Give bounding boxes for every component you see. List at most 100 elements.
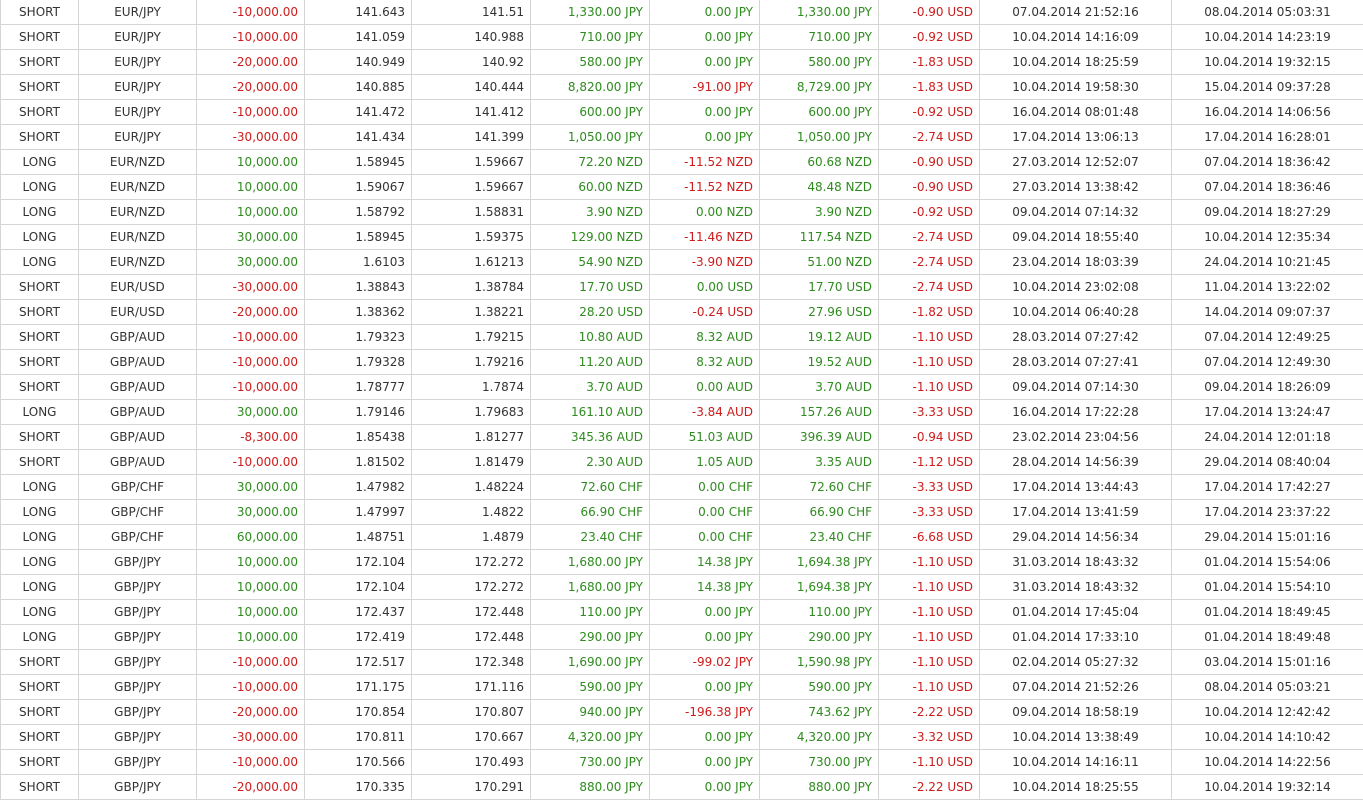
net-pnl-cell: 17.70 USD [759,274,879,300]
net-pnl-cell: 1,694.38 JPY [759,549,879,575]
close-price-cell: 1.79683 [411,399,531,425]
open-time-cell: 10.04.2014 06:40:28 [979,299,1172,325]
gross-pnl-cell: 600.00 JPY [530,99,650,125]
net-pnl-cell: 590.00 JPY [759,674,879,700]
commission-cell: -2.74 USD [878,274,980,300]
open-price-cell: 170.854 [304,699,412,725]
close-price-cell: 171.116 [411,674,531,700]
table-row: LONG GBP/CHF 60,000.00 1.48751 1.4879 23.40 C… [0,524,1363,550]
close-time-cell: 09.04.2014 18:27:29 [1171,199,1363,225]
close-price-cell: 1.59667 [411,174,531,200]
instrument-cell: GBP/AUD [78,449,197,475]
amount-cell: 10,000.00 [196,199,305,225]
commission-cell: -2.22 USD [878,774,980,800]
close-time-cell: 10.04.2014 19:32:15 [1171,49,1363,75]
table-row: SHORT GBP/JPY -10,000.00 171.175 171.116 590.… [0,674,1363,700]
swap-cell: 0.00 JPY [649,749,760,775]
instrument-cell: GBP/AUD [78,324,197,350]
open-time-cell: 17.04.2014 13:44:43 [979,474,1172,500]
swap-cell: 0.00 JPY [649,0,760,25]
direction-cell: LONG [0,174,79,200]
table-row: LONG GBP/JPY 10,000.00 172.437 172.448 110.00… [0,599,1363,625]
open-time-cell: 16.04.2014 17:22:28 [979,399,1172,425]
open-price-cell: 1.79323 [304,324,412,350]
close-time-cell: 10.04.2014 12:35:34 [1171,224,1363,250]
open-time-cell: 10.04.2014 18:25:55 [979,774,1172,800]
gross-pnl-cell: 129.00 NZD [530,224,650,250]
open-time-cell: 07.04.2014 21:52:26 [979,674,1172,700]
table-row: SHORT GBP/JPY -30,000.00 170.811 170.667 4,32… [0,724,1363,750]
gross-pnl-cell: 28.20 USD [530,299,650,325]
close-price-cell: 172.272 [411,574,531,600]
gross-pnl-cell: 23.40 CHF [530,524,650,550]
table-row: SHORT EUR/JPY -20,000.00 140.885 140.444 8,82… [0,74,1363,100]
close-price-cell: 1.81479 [411,449,531,475]
gross-pnl-cell: 66.90 CHF [530,499,650,525]
instrument-cell: EUR/NZD [78,224,197,250]
close-time-cell: 01.04.2014 15:54:06 [1171,549,1363,575]
instrument-cell: EUR/JPY [78,99,197,125]
net-pnl-cell: 19.52 AUD [759,349,879,375]
open-price-cell: 170.335 [304,774,412,800]
open-time-cell: 09.04.2014 18:55:40 [979,224,1172,250]
net-pnl-cell: 1,330.00 JPY [759,0,879,25]
commission-cell: -1.10 USD [878,649,980,675]
close-price-cell: 140.92 [411,49,531,75]
instrument-cell: GBP/AUD [78,399,197,425]
commission-cell: -1.12 USD [878,449,980,475]
table-row: SHORT GBP/JPY -20,000.00 170.854 170.807 940.… [0,699,1363,725]
swap-cell: 8.32 AUD [649,349,760,375]
instrument-cell: GBP/JPY [78,649,197,675]
close-time-cell: 07.04.2014 18:36:46 [1171,174,1363,200]
open-price-cell: 141.472 [304,99,412,125]
gross-pnl-cell: 10.80 AUD [530,324,650,350]
trades-table-body: SHORT EUR/JPY -10,000.00 141.643 141.51 1,330… [0,0,1363,800]
commission-cell: -1.10 USD [878,374,980,400]
instrument-cell: GBP/JPY [78,549,197,575]
instrument-cell: GBP/JPY [78,574,197,600]
net-pnl-cell: 117.54 NZD [759,224,879,250]
net-pnl-cell: 3.90 NZD [759,199,879,225]
table-row: SHORT EUR/USD -30,000.00 1.38843 1.38784 17.7… [0,274,1363,300]
amount-cell: -20,000.00 [196,299,305,325]
open-time-cell: 17.04.2014 13:41:59 [979,499,1172,525]
open-time-cell: 10.04.2014 19:58:30 [979,74,1172,100]
commission-cell: -0.92 USD [878,24,980,50]
swap-cell: 0.00 JPY [649,724,760,750]
amount-cell: 60,000.00 [196,524,305,550]
direction-cell: SHORT [0,24,79,50]
table-row: SHORT EUR/JPY -10,000.00 141.059 140.988 710.… [0,24,1363,50]
table-row: LONG GBP/JPY 10,000.00 172.104 172.272 1,680.… [0,549,1363,575]
gross-pnl-cell: 4,320.00 JPY [530,724,650,750]
commission-cell: -1.10 USD [878,324,980,350]
close-time-cell: 16.04.2014 14:06:56 [1171,99,1363,125]
net-pnl-cell: 19.12 AUD [759,324,879,350]
amount-cell: -10,000.00 [196,374,305,400]
instrument-cell: EUR/JPY [78,124,197,150]
swap-cell: 0.00 JPY [649,674,760,700]
amount-cell: -10,000.00 [196,0,305,25]
gross-pnl-cell: 710.00 JPY [530,24,650,50]
swap-cell: 0.00 JPY [649,99,760,125]
open-time-cell: 23.02.2014 23:04:56 [979,424,1172,450]
direction-cell: LONG [0,149,79,175]
open-price-cell: 170.566 [304,749,412,775]
open-price-cell: 172.104 [304,574,412,600]
open-time-cell: 28.03.2014 07:27:42 [979,324,1172,350]
close-price-cell: 170.493 [411,749,531,775]
close-price-cell: 1.4879 [411,524,531,550]
amount-cell: 30,000.00 [196,224,305,250]
amount-cell: 10,000.00 [196,149,305,175]
table-row: SHORT GBP/AUD -10,000.00 1.79328 1.79216 11.2… [0,349,1363,375]
close-price-cell: 170.667 [411,724,531,750]
table-row: SHORT EUR/USD -20,000.00 1.38362 1.38221 28.2… [0,299,1363,325]
direction-cell: SHORT [0,724,79,750]
amount-cell: -10,000.00 [196,674,305,700]
direction-cell: LONG [0,624,79,650]
direction-cell: LONG [0,399,79,425]
direction-cell: SHORT [0,674,79,700]
swap-cell: 14.38 JPY [649,574,760,600]
gross-pnl-cell: 2.30 AUD [530,449,650,475]
open-time-cell: 09.04.2014 07:14:32 [979,199,1172,225]
gross-pnl-cell: 11.20 AUD [530,349,650,375]
